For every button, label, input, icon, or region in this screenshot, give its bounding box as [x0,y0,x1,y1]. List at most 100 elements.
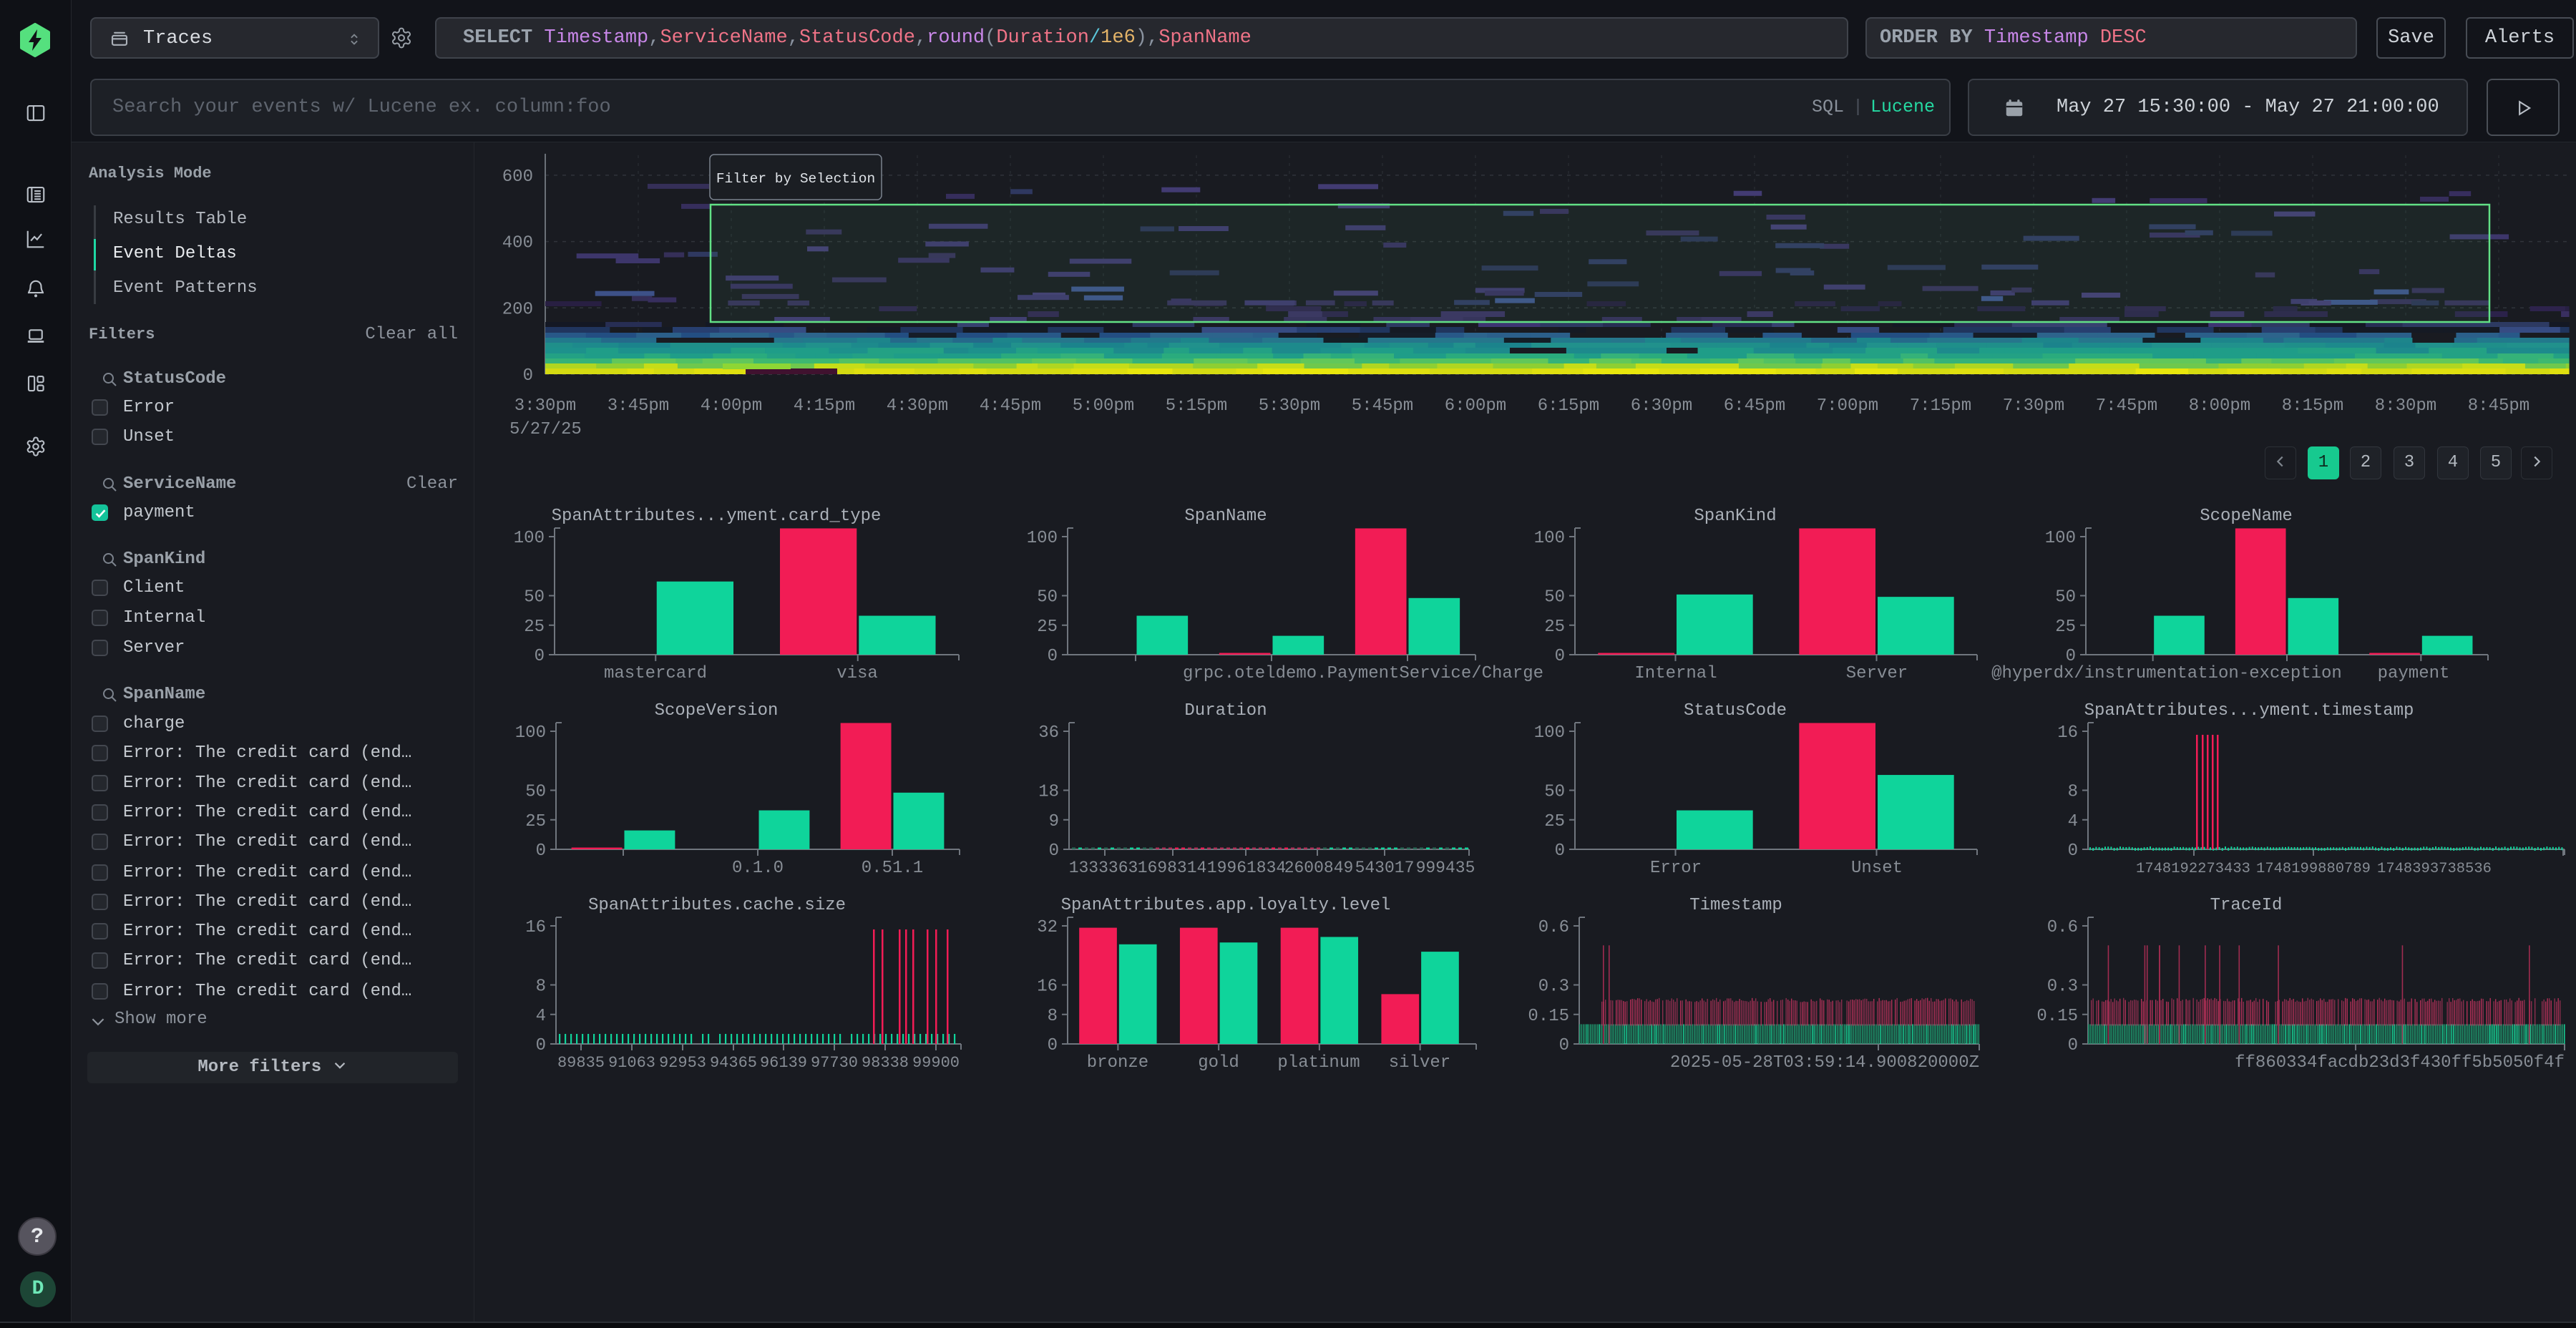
svg-text:SpanName: SpanName [1184,507,1267,526]
svg-text:0: 0 [536,1036,546,1055]
svg-text:3:30pm: 3:30pm [514,396,576,416]
svg-text:Unset: Unset [1851,859,1903,878]
svg-text:0: 0 [2066,647,2076,666]
svg-text:600: 600 [502,167,533,187]
svg-text:mastercard: mastercard [604,664,707,683]
svg-text:0: 0 [536,841,546,861]
svg-text:Timestamp: Timestamp [1689,896,1782,915]
svg-text:8:15pm: 8:15pm [2282,396,2343,416]
svg-text:97730: 97730 [811,1054,858,1072]
svg-text:99900: 99900 [912,1054,960,1072]
svg-text:SpanAttributes.cache.size: SpanAttributes.cache.size [588,896,846,915]
svg-text:gold: gold [1198,1053,1239,1073]
svg-text:100: 100 [1534,723,1565,743]
svg-text:89835: 89835 [557,1054,605,1072]
svg-text:16: 16 [525,918,546,937]
svg-text:8:45pm: 8:45pm [2468,396,2529,416]
svg-text:0.15: 0.15 [1528,1007,1569,1026]
svg-text:25: 25 [1544,617,1565,637]
svg-text:25: 25 [524,617,545,637]
svg-text:0: 0 [1559,1036,1569,1055]
svg-text:0.6: 0.6 [1538,918,1569,937]
svg-text:4:30pm: 4:30pm [887,396,948,416]
svg-text:8: 8 [1048,1007,1058,1026]
svg-text:7:45pm: 7:45pm [2096,396,2157,416]
svg-text:ScopeVersion: ScopeVersion [655,701,779,721]
svg-text:92953: 92953 [659,1054,706,1072]
svg-text:0.51.1: 0.51.1 [862,859,923,878]
svg-text:3:45pm: 3:45pm [608,396,669,416]
svg-text:9: 9 [1049,812,1059,831]
svg-text:2600849: 2600849 [1284,859,1354,877]
svg-text:6:00pm: 6:00pm [1445,396,1506,416]
svg-text:1698314: 1698314 [1138,859,1207,877]
svg-text:400: 400 [502,234,533,253]
svg-text:1748393738536: 1748393738536 [2377,861,2492,877]
svg-text:50: 50 [1544,783,1565,802]
svg-text:7:15pm: 7:15pm [1910,396,1971,416]
svg-text:platinum: platinum [1277,1053,1360,1073]
svg-text:36: 36 [1038,723,1059,743]
svg-text:16: 16 [1037,977,1058,997]
svg-text:0.1.0: 0.1.0 [732,859,784,878]
svg-text:grpc.oteldemo.PaymentService/C: grpc.oteldemo.PaymentService/Charge [1183,664,1543,683]
svg-text:0.15: 0.15 [2036,1007,2078,1026]
svg-text:4:00pm: 4:00pm [701,396,762,416]
svg-text:0.3: 0.3 [1538,977,1569,997]
svg-text:5:45pm: 5:45pm [1352,396,1413,416]
svg-text:1748199880789: 1748199880789 [2256,861,2371,877]
svg-text:100: 100 [2045,529,2076,548]
svg-text:5:00pm: 5:00pm [1073,396,1134,416]
svg-text:6:15pm: 6:15pm [1538,396,1599,416]
svg-text:100: 100 [515,723,546,743]
svg-text:8:30pm: 8:30pm [2375,396,2436,416]
svg-text:25: 25 [1544,812,1565,831]
svg-text:0: 0 [1048,647,1058,666]
svg-text:543017: 543017 [1355,859,1415,877]
svg-text:4:15pm: 4:15pm [794,396,855,416]
svg-text:4:45pm: 4:45pm [980,396,1041,416]
svg-text:100: 100 [1534,529,1565,548]
svg-text:0: 0 [1048,1036,1058,1055]
svg-text:50: 50 [1544,588,1565,607]
svg-text:silver: silver [1389,1053,1450,1073]
svg-text:16: 16 [2057,723,2078,743]
svg-text:4: 4 [2068,812,2078,831]
svg-text:7:00pm: 7:00pm [1817,396,1878,416]
svg-text:8: 8 [2068,783,2078,802]
svg-text:6:30pm: 6:30pm [1631,396,1692,416]
svg-text:18: 18 [1038,783,1059,802]
svg-text:98338: 98338 [862,1054,909,1072]
svg-text:Duration: Duration [1184,701,1267,721]
svg-text:visa: visa [836,664,878,683]
svg-text:TraceId: TraceId [2210,896,2283,915]
svg-text:4: 4 [536,1007,546,1026]
svg-text:32: 32 [1037,918,1058,937]
svg-text:25: 25 [2055,617,2076,637]
svg-text:100: 100 [1027,529,1058,548]
svg-text:ScopeName: ScopeName [2200,507,2293,526]
svg-text:25: 25 [525,812,546,831]
svg-text:999435: 999435 [1416,859,1475,877]
svg-text:50: 50 [525,783,546,802]
svg-text:0: 0 [2068,1036,2078,1055]
svg-text:7:30pm: 7:30pm [2003,396,2064,416]
svg-text:50: 50 [524,588,545,607]
svg-text:ff860334facdb23d3f430ff5b5050f: ff860334facdb23d3f430ff5b5050f4f [2235,1053,2565,1073]
svg-text:94365: 94365 [710,1054,757,1072]
svg-text:6:45pm: 6:45pm [1724,396,1785,416]
svg-text:0: 0 [2068,841,2078,861]
svg-text:bronze: bronze [1087,1053,1148,1073]
svg-text:91063: 91063 [608,1054,655,1072]
svg-text:200: 200 [502,300,533,319]
svg-text:2025-05-28T03:59:14.900820000Z: 2025-05-28T03:59:14.900820000Z [1670,1053,1979,1073]
svg-text:Filter by Selection: Filter by Selection [716,171,875,187]
svg-text:0.3: 0.3 [2047,977,2078,997]
svg-text:0: 0 [523,366,533,386]
svg-text:8: 8 [536,977,546,997]
svg-text:5:30pm: 5:30pm [1259,396,1320,416]
svg-text:Error: Error [1650,859,1702,878]
svg-text:1333363: 1333363 [1069,859,1138,877]
svg-text:0: 0 [1555,841,1565,861]
svg-text:1748192273433: 1748192273433 [2136,861,2250,877]
